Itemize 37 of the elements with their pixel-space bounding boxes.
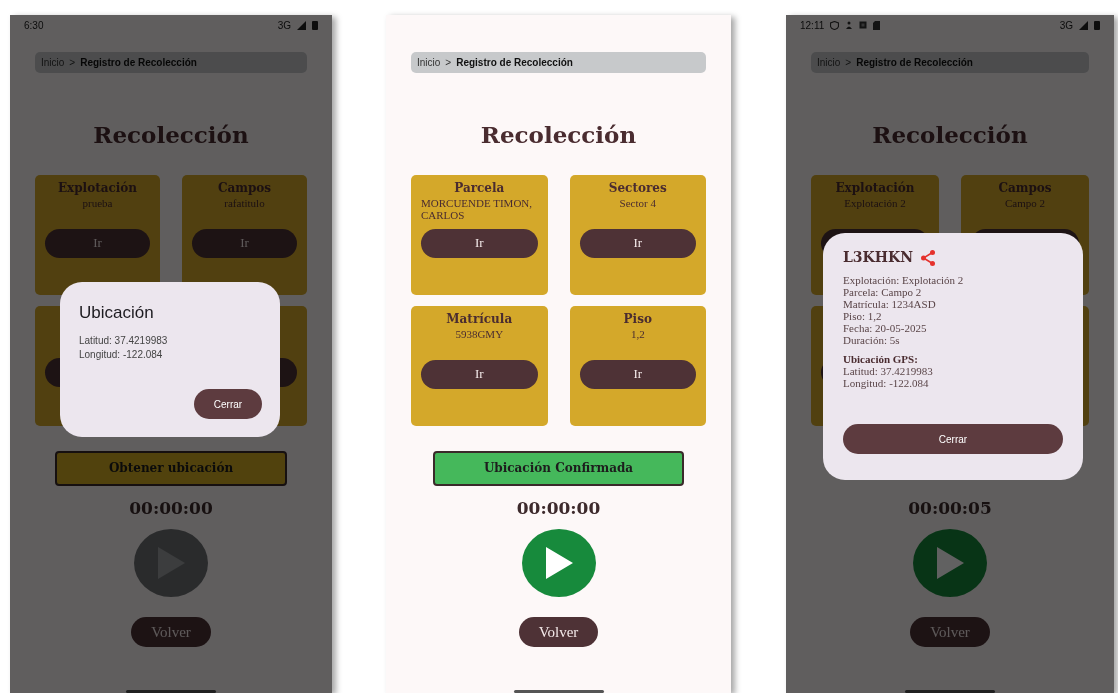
card-value: 1,2 — [629, 327, 646, 342]
detail-text: Latitud: 37.4219983 — [79, 333, 169, 348]
detail-text: Longitud: -122.084 — [79, 348, 164, 362]
status-time: 6:30 — [24, 18, 44, 33]
detail-text: Latitud: 37.4219983 — [843, 364, 934, 377]
card-value: 5938GMY — [454, 327, 505, 342]
breadcrumb-separator: > — [69, 56, 76, 70]
detail-text: Piso: 1,2 — [843, 310, 883, 323]
timer-text: 00:00:00 — [516, 496, 601, 520]
dialog-title: Ubicación — [79, 302, 155, 324]
status-time: 12:11 — [800, 18, 825, 33]
breadcrumb-current: Registro de Recolección — [80, 56, 197, 70]
detail-text: Parcela: Campo 2 — [843, 286, 923, 299]
card-title: Matrícula — [446, 310, 513, 328]
network-type: 3G — [277, 18, 291, 33]
detail-text: Fecha: 20-05-2025 — [843, 322, 928, 335]
breadcrumb-separator: > — [445, 56, 452, 70]
card-title: Parcela — [454, 179, 505, 197]
detail-text: Longitud: -122.084 — [843, 376, 930, 389]
detail-text: Duración: 5s — [843, 334, 901, 347]
detail-text: Matrícula: 1234ASD — [843, 298, 937, 311]
page-title: Recolección — [872, 120, 1028, 150]
card-title: Piso — [623, 310, 652, 328]
breadcrumb-current: Registro de Recolección — [856, 56, 973, 70]
card-value: MORCUENDE TIMON, CARLOS — [421, 196, 534, 221]
page-title: Recolección — [93, 120, 249, 150]
dialog-title: L3KHKN — [843, 248, 913, 267]
timer-text: 00:00:00 — [129, 496, 213, 520]
network-type: 3G — [1059, 18, 1073, 33]
breadcrumb-separator: > — [845, 56, 852, 70]
section-heading: Ubicación GPS: — [843, 352, 919, 365]
page-title: Recolección — [480, 120, 637, 150]
breadcrumb-current: Registro de Recolección — [456, 56, 573, 70]
detail-text: Explotación: Explotación 2 — [843, 274, 965, 287]
card-title: Sectores — [608, 179, 667, 197]
timer-text: 00:00:05 — [908, 496, 992, 520]
card-value: Sector 4 — [618, 196, 657, 211]
